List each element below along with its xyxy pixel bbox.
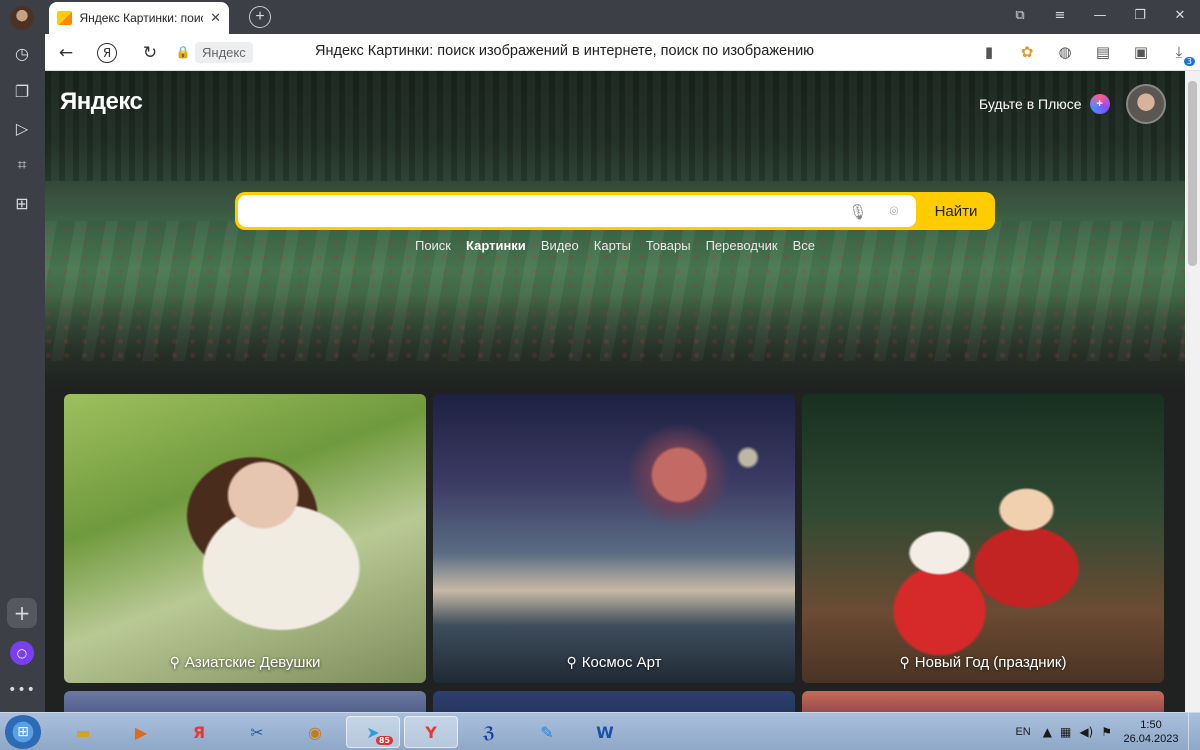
search-button[interactable]: Найти	[917, 192, 995, 230]
image-card[interactable]: ⚲ Космос Арт	[433, 394, 795, 683]
plus-link[interactable]: Будьте в Плюсе +	[979, 94, 1110, 114]
yandex-browser-icon[interactable]: Y	[404, 716, 458, 748]
protect-icon[interactable]: ▣	[1130, 41, 1152, 63]
user-avatar[interactable]	[1126, 84, 1166, 124]
search-input[interactable]	[238, 195, 916, 227]
telegram-badge: 85	[375, 736, 393, 745]
downloads-icon[interactable]: ⤓ 3	[1168, 41, 1195, 66]
apps-grid-icon[interactable]: ⊞	[10, 191, 34, 215]
app-icon[interactable]: ℨ	[462, 716, 516, 748]
service-market[interactable]: Товары	[646, 238, 691, 253]
card-label-text: Азиатские Девушки	[184, 654, 321, 671]
toolbar-right: ▮ ✿ ◍ ▤ ▣ ⤓ 3	[978, 41, 1195, 66]
service-images[interactable]: Картинки	[466, 238, 526, 253]
downloads-badge: 3	[1183, 57, 1195, 66]
paint-icon[interactable]: ✎	[520, 716, 574, 748]
video-icon[interactable]: ▷	[10, 116, 34, 140]
system-tray: EN ▲ ▦ ◀) ⚑ 1:50 26.04.2023	[1015, 713, 1200, 750]
yandex-images-favicon-icon	[57, 11, 73, 25]
volume-icon[interactable]: ◀)	[1079, 725, 1093, 739]
start-button[interactable]: ⊞	[4, 715, 42, 749]
explorer-icon[interactable]: ▬	[56, 716, 110, 748]
clock[interactable]: 1:50 26.04.2023	[1120, 718, 1182, 746]
new-tab-button[interactable]: +	[249, 6, 271, 28]
card-label-text: Космос Арт	[581, 654, 662, 671]
reload-icon[interactable]: ↻	[139, 42, 161, 64]
tab-bar: Яндекс Картинки: поиск изображений в инт…	[45, 0, 1200, 34]
browser-sidebar: ◷ ❐ ▷ ⌗ ⊞ + ○ •••	[0, 0, 45, 712]
globe-icon[interactable]: ◍	[1054, 41, 1076, 63]
service-maps[interactable]: Карты	[594, 238, 631, 253]
taskbar: ⊞ ▬ ▶ Я ✂ ◉ ➤ 85 Y ℨ ✎ W EN ▲ ▦ ◀) ⚑ 1:50…	[0, 712, 1200, 750]
tab-title: Яндекс Картинки: поиск изображений в инт…	[79, 11, 203, 25]
yandex-icon[interactable]: Я	[172, 716, 226, 748]
address-title[interactable]: Яндекс Картинки: поиск изображений в инт…	[315, 43, 814, 59]
card-label: ⚲ Космос Арт	[433, 654, 795, 671]
alice-icon[interactable]: ○	[10, 641, 34, 665]
active-tab[interactable]: Яндекс Картинки: поиск изображений в инт…	[49, 2, 229, 34]
screenshot-icon[interactable]: ⌗	[10, 153, 34, 177]
bookmark-icon[interactable]: ▮	[978, 41, 1000, 63]
back-arrow-icon[interactable]: ←	[55, 42, 77, 64]
profile-avatar[interactable]	[10, 6, 34, 30]
history-icon[interactable]: ◷	[10, 41, 34, 65]
reader-icon[interactable]: ▤	[1092, 41, 1114, 63]
plus-label: Будьте в Плюсе	[979, 96, 1082, 112]
window-controls: ⧉ ≡ — ❐ ✕	[1000, 0, 1200, 34]
telegram-icon[interactable]: ➤ 85	[346, 716, 400, 748]
image-card[interactable]: ⚲ Азиатские Девушки	[64, 394, 426, 683]
scrollbar-thumb[interactable]	[1188, 81, 1197, 266]
extension-icon[interactable]: ✿	[1016, 41, 1038, 63]
site-info[interactable]: 🔒 Яндекс	[175, 41, 253, 63]
services-nav: Поиск Картинки Видео Карты Товары Перево…	[45, 238, 1185, 253]
clock-date: 26.04.2023	[1123, 733, 1179, 745]
image-card[interactable]	[64, 691, 426, 712]
yandex-home-icon[interactable]: Я	[97, 43, 117, 63]
domain-chip[interactable]: Яндекс	[195, 41, 253, 63]
service-translate[interactable]: Переводчик	[706, 238, 778, 253]
close-window-button[interactable]: ✕	[1160, 0, 1200, 34]
add-panel-button[interactable]: +	[7, 598, 37, 628]
image-card[interactable]: ⚲ Новый Год (праздник)	[802, 394, 1164, 683]
language-indicator[interactable]: EN	[1015, 726, 1030, 738]
image-card[interactable]	[802, 691, 1164, 712]
clock-time: 1:50	[1140, 719, 1162, 731]
flag-icon[interactable]: ⚑	[1101, 725, 1112, 739]
eye-app-icon[interactable]: ◉	[288, 716, 342, 748]
hero-trees	[45, 71, 1185, 181]
yandex-logo[interactable]: Яндекс	[60, 88, 143, 116]
scrollbar[interactable]	[1185, 71, 1200, 712]
collections-icon[interactable]: ❐	[10, 79, 34, 103]
service-search[interactable]: Поиск	[415, 238, 451, 253]
tab-close-icon[interactable]: ✕	[210, 10, 221, 26]
tray-arrow-icon[interactable]: ▲	[1043, 725, 1052, 739]
search-icon: ⚲	[566, 654, 577, 671]
browser-menu-icon[interactable]: ≡	[1040, 0, 1080, 34]
address-bar: ← Я ↻ 🔒 Яндекс Яндекс Картинки: поиск из…	[45, 34, 1200, 71]
service-all[interactable]: Все	[793, 238, 815, 253]
media-player-icon[interactable]: ▶	[114, 716, 168, 748]
restore-button[interactable]: ❐	[1120, 0, 1160, 34]
word-icon[interactable]: W	[578, 716, 632, 748]
network-icon[interactable]: ▦	[1060, 725, 1071, 739]
search-icon: ⚲	[169, 654, 180, 671]
camera-icon[interactable]: ⌾	[883, 201, 905, 221]
hero-background	[45, 71, 1185, 391]
page-content: Яндекс Будьте в Плюсе + 🎙 ⌾ Найти Поиск …	[45, 71, 1185, 712]
card-label-text: Новый Год (праздник)	[914, 654, 1067, 671]
show-desktop-button[interactable]	[1188, 713, 1200, 750]
card-label: ⚲ Азиатские Девушки	[64, 654, 426, 671]
lock-icon: 🔒	[175, 45, 191, 59]
plus-icon: +	[1089, 94, 1110, 114]
image-card[interactable]	[433, 691, 795, 712]
screenshot-tool-icon[interactable]: ✂	[230, 716, 284, 748]
search-icon: ⚲	[899, 654, 910, 671]
card-label: ⚲ Новый Год (праздник)	[802, 654, 1164, 671]
minimize-button[interactable]: —	[1080, 0, 1120, 34]
search-form: 🎙 ⌾ Найти	[235, 192, 995, 230]
more-icon[interactable]: •••	[8, 678, 35, 702]
microphone-icon[interactable]: 🎙	[848, 202, 867, 222]
service-video[interactable]: Видео	[541, 238, 579, 253]
tabs-collection-icon[interactable]: ⧉	[1000, 0, 1040, 34]
